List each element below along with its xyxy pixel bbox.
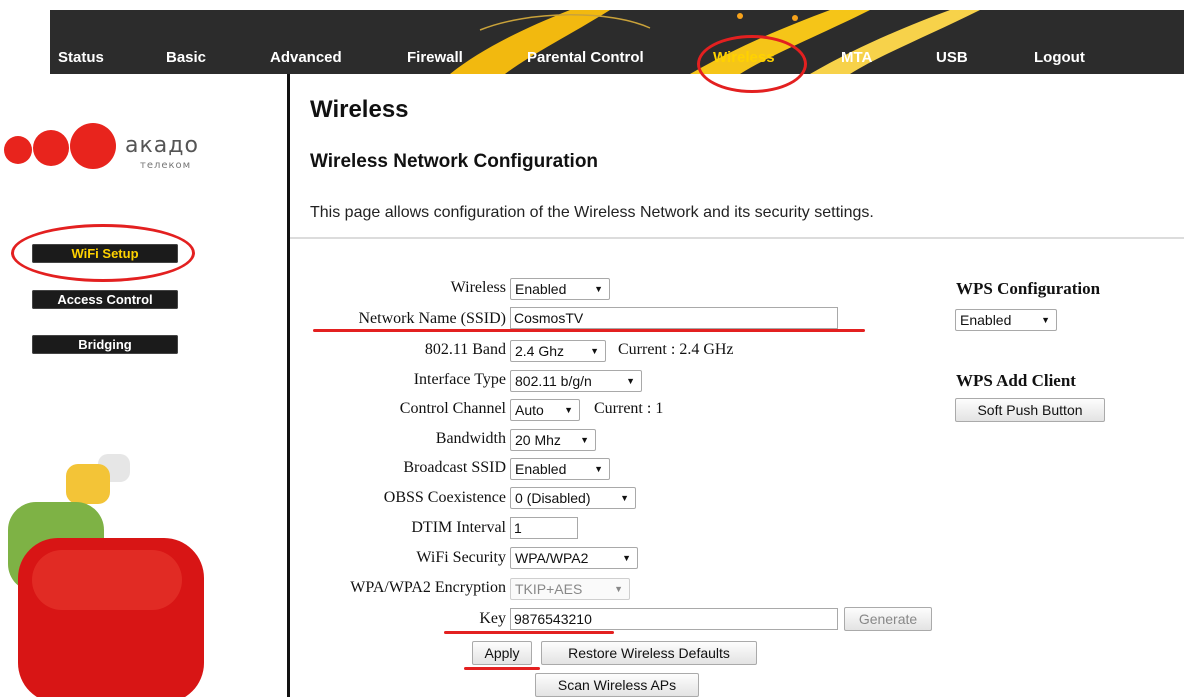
band-select[interactable]: 2.4 Ghz ▼	[510, 340, 606, 362]
chevron-down-icon: ▼	[594, 464, 603, 474]
apply-button[interactable]: Apply	[472, 641, 532, 665]
brand-subtitle: телеком	[140, 160, 192, 171]
dtim-interval-input[interactable]: 1	[510, 517, 578, 539]
chevron-down-icon: ▼	[620, 493, 629, 503]
control-channel-select[interactable]: Auto ▼	[510, 399, 580, 421]
logo-dot-small	[4, 136, 32, 164]
ssid-label: Network Name (SSID)	[358, 310, 506, 327]
page-subtitle: Wireless Network Configuration	[310, 151, 599, 172]
logo-dot-medium	[33, 130, 69, 166]
nav-advanced[interactable]: Advanced	[270, 49, 342, 66]
annotation-circle-wireless-tab	[697, 35, 807, 93]
obss-coexistence-select[interactable]: 0 (Disabled) ▼	[510, 487, 636, 509]
band-current: Current : 2.4 GHz	[618, 341, 734, 358]
brand-name: акадо	[125, 133, 199, 158]
wps-configuration-heading: WPS Configuration	[956, 279, 1101, 298]
wireless-select[interactable]: Enabled ▼	[510, 278, 610, 300]
key-input[interactable]: 9876543210	[510, 608, 838, 630]
decorative-blob-graphic	[8, 454, 204, 697]
wifi-security-select[interactable]: WPA/WPA2 ▼	[510, 547, 638, 569]
sidebar-divider	[287, 74, 290, 697]
annotation-circle-wifi-setup	[11, 224, 195, 282]
control-channel-label: Control Channel	[399, 400, 506, 417]
broadcast-ssid-label: Broadcast SSID	[403, 459, 506, 476]
sidebar-item-bridging[interactable]: Bridging	[32, 335, 178, 354]
encryption-select[interactable]: TKIP+AES ▼	[510, 578, 630, 600]
generate-button[interactable]: Generate	[844, 607, 932, 631]
nav-usb[interactable]: USB	[936, 49, 968, 66]
logo-dot-large	[70, 123, 116, 169]
wifi-security-label: WiFi Security	[416, 549, 506, 566]
wps-configuration-select[interactable]: Enabled ▼	[955, 309, 1057, 331]
soft-push-button[interactable]: Soft Push Button	[955, 398, 1105, 422]
nav-mta[interactable]: MTA	[841, 49, 872, 66]
chevron-down-icon: ▼	[580, 435, 589, 445]
obss-coexistence-label: OBSS Coexistence	[383, 489, 506, 506]
scan-wireless-aps-button[interactable]: Scan Wireless APs	[535, 673, 699, 697]
bandwidth-label: Bandwidth	[435, 430, 506, 447]
chevron-down-icon: ▼	[1041, 315, 1050, 325]
chevron-down-icon: ▼	[626, 376, 635, 386]
top-nav-bar: Status Basic Advanced Firewall Parental …	[0, 0, 1184, 74]
channel-current: Current : 1	[594, 400, 664, 417]
annotation-underline-ssid	[313, 329, 865, 332]
chevron-down-icon: ▼	[622, 553, 631, 563]
chevron-down-icon: ▼	[590, 346, 599, 356]
nav-basic[interactable]: Basic	[166, 49, 206, 66]
chevron-down-icon: ▼	[564, 405, 573, 415]
interface-type-label: Interface Type	[413, 371, 506, 388]
nav-logout[interactable]: Logout	[1034, 49, 1085, 66]
page-title: Wireless	[310, 96, 409, 123]
ssid-input[interactable]: CosmosTV	[510, 307, 838, 329]
annotation-underline-key	[444, 631, 614, 634]
key-label: Key	[479, 610, 506, 627]
annotation-underline-apply	[464, 667, 540, 670]
encryption-label: WPA/WPA2 Encryption	[350, 579, 506, 596]
wireless-label: Wireless	[450, 279, 506, 296]
nav-firewall[interactable]: Firewall	[407, 49, 463, 66]
page-description: This page allows configuration of the Wi…	[310, 204, 874, 221]
bandwidth-select[interactable]: 20 Mhz ▼	[510, 429, 596, 451]
wps-add-client-heading: WPS Add Client	[956, 371, 1076, 390]
dtim-interval-label: DTIM Interval	[411, 519, 506, 536]
chevron-down-icon: ▼	[614, 584, 623, 594]
broadcast-ssid-select[interactable]: Enabled ▼	[510, 458, 610, 480]
section-divider	[290, 237, 1184, 239]
chevron-down-icon: ▼	[594, 284, 603, 294]
restore-defaults-button[interactable]: Restore Wireless Defaults	[541, 641, 757, 665]
nav-status[interactable]: Status	[58, 49, 104, 66]
interface-type-select[interactable]: 802.11 b/g/n ▼	[510, 370, 642, 392]
band-label: 802.11 Band	[424, 341, 506, 358]
nav-parental-control[interactable]: Parental Control	[527, 49, 644, 66]
sidebar-item-access-control[interactable]: Access Control	[32, 290, 178, 309]
